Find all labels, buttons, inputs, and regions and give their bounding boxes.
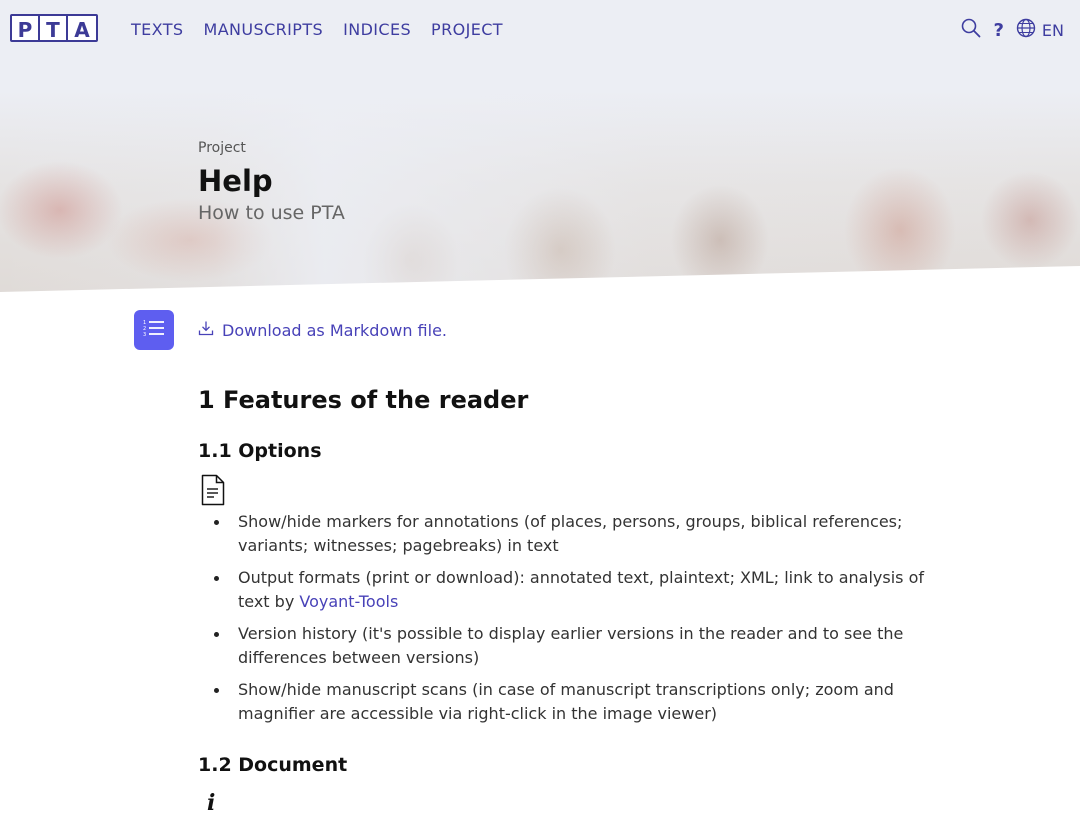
- hero-slant-edge: [0, 266, 1080, 292]
- globe-icon: [1016, 18, 1036, 42]
- hero-banner: [0, 0, 1080, 292]
- page-title: Help: [198, 164, 273, 198]
- download-icon: [198, 320, 214, 340]
- logo-letter-a: A: [66, 14, 98, 42]
- nav-manuscripts[interactable]: MANUSCRIPTS: [204, 20, 324, 39]
- section-heading-options: 1.1 Options: [198, 440, 322, 462]
- numbered-list-icon: 1 2 3: [143, 318, 165, 342]
- list-item: Show/hide manuscript scans (in case of m…: [214, 678, 928, 726]
- nav-indices[interactable]: INDICES: [343, 20, 411, 39]
- language-button[interactable]: EN: [1016, 18, 1064, 42]
- table-of-contents-button[interactable]: 1 2 3: [134, 310, 174, 350]
- page-subtitle: How to use PTA: [198, 202, 345, 224]
- list-item: Show/hide markers for annotations (of pl…: [214, 510, 928, 558]
- download-label: Download as Markdown file.: [222, 320, 448, 340]
- list-item: Version history (it's possible to displa…: [214, 622, 928, 670]
- download-markdown-link[interactable]: Download as Markdown file.: [198, 320, 447, 340]
- logo-letter-t: T: [38, 14, 68, 42]
- help-button[interactable]: ?: [993, 20, 1003, 41]
- main-nav: TEXTS MANUSCRIPTS INDICES PROJECT: [131, 20, 503, 39]
- nav-texts[interactable]: TEXTS: [131, 20, 184, 39]
- section-heading-document: 1.2 Document: [198, 754, 348, 776]
- pta-logo[interactable]: P T A: [10, 14, 98, 42]
- svg-text:3: 3: [143, 332, 146, 338]
- info-icon: i: [207, 790, 216, 816]
- list-item: Output formats (print or download): anno…: [214, 566, 928, 614]
- breadcrumb[interactable]: Project: [198, 140, 246, 156]
- document-icon: [200, 473, 226, 511]
- voyant-tools-link[interactable]: Voyant-Tools: [299, 592, 398, 611]
- language-label: EN: [1041, 20, 1064, 40]
- search-icon[interactable]: [961, 18, 981, 42]
- section-heading-features: 1 Features of the reader: [198, 386, 529, 414]
- logo-letter-p: P: [10, 14, 40, 42]
- header-tools: ? EN: [961, 18, 1064, 42]
- options-feature-list: Show/hide markers for annotations (of pl…: [198, 510, 928, 734]
- nav-project[interactable]: PROJECT: [431, 20, 503, 39]
